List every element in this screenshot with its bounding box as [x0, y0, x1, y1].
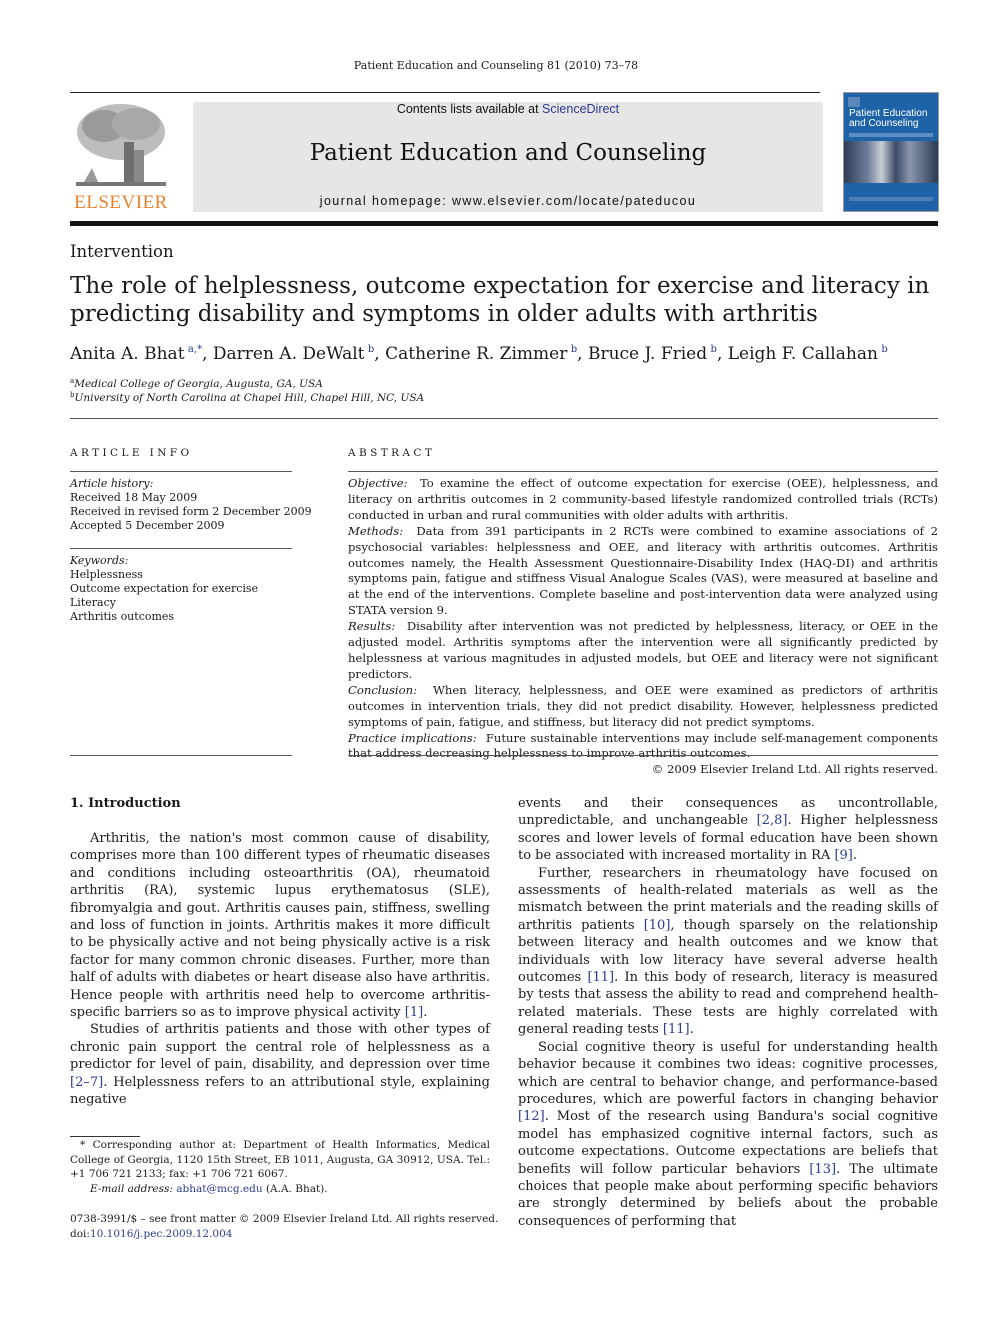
author-name[interactable]: Anita A. Bhat — [70, 344, 188, 364]
affiliation-marker[interactable]: b — [881, 344, 887, 355]
email-line: E-mail address: abhat@mcg.edu (A.A. Bhat… — [90, 1182, 328, 1195]
keyword-item: Helplessness — [70, 568, 143, 581]
author-name[interactable]: Catherine R. Zimmer — [385, 344, 571, 364]
intro-left-column: Arthritis, the nation's most common caus… — [70, 830, 490, 1109]
history-label: Article history: — [70, 477, 154, 490]
issn-line: 0738-3991/$ – see front matter © 2009 El… — [70, 1213, 499, 1225]
history-accepted: Accepted 5 December 2009 — [70, 519, 225, 532]
cover-title-line2: and Counseling — [849, 118, 919, 129]
citation-link[interactable]: [11] — [587, 970, 614, 985]
affiliation-b: bUniversity of North Carolina at Chapel … — [70, 391, 425, 404]
running-head: Patient Education and Counseling 81 (201… — [353, 59, 639, 72]
corresponding-author-footnote: * Corresponding author at: Department of… — [70, 1138, 490, 1196]
abstract-body: Objective: To examine the effect of outc… — [348, 476, 938, 778]
corresponding-author-text: * Corresponding author at: Department of… — [70, 1139, 490, 1181]
journal-cover-image[interactable]: Patient Education and Counseling — [843, 92, 939, 212]
email-link[interactable]: abhat@mcg.edu — [176, 1183, 262, 1195]
abstract-methods: Methods: Data from 391 participants in 2… — [348, 523, 938, 618]
article-info-bottom-rule — [70, 755, 292, 756]
keyword-item: Outcome expectation for exercise — [70, 582, 259, 595]
body-text: . Helplessness refers to an attributiona… — [70, 1074, 490, 1108]
body-text: . — [689, 1022, 694, 1038]
body-paragraph: Studies of arthritis patients and those … — [70, 1021, 490, 1108]
intro-right-column: events and their consequences as uncontr… — [518, 795, 938, 1230]
body-text: Social cognitive theory is useful for un… — [518, 1039, 938, 1107]
citation-link[interactable]: [9] — [834, 848, 852, 863]
contents-prefix: Contents lists available at — [396, 102, 543, 116]
citation-link[interactable]: [1] — [405, 1005, 423, 1020]
journal-homepage-link[interactable]: journal homepage: www.elsevier.com/locat… — [193, 194, 823, 208]
body-text: . — [423, 1005, 428, 1021]
body-paragraph: Arthritis, the nation's most common caus… — [70, 830, 490, 1021]
author-list: Anita A. Bhat a,*, Darren A. DeWalt b, C… — [70, 344, 888, 364]
affiliation-marker[interactable]: a,* — [188, 344, 202, 355]
journal-title: Patient Education and Counseling — [309, 140, 707, 166]
front-matter: 0738-3991/$ – see front matter © 2009 El… — [70, 1212, 498, 1242]
affiliation-marker[interactable]: b — [711, 344, 717, 355]
abstract-practice-implications: Practice implications: Future sustainabl… — [348, 730, 938, 761]
footnote-rule — [70, 1136, 140, 1137]
article-type: Intervention — [70, 242, 174, 261]
cover-title: Patient Education and Counseling — [849, 109, 927, 129]
keywords-label: Keywords: — [70, 554, 129, 567]
cover-logo-icon — [848, 97, 860, 107]
doi-link[interactable]: 10.1016/j.pec.2009.12.004 — [90, 1228, 233, 1240]
contents-line: Contents lists available at ScienceDirec… — [193, 102, 823, 116]
article-title: The role of helplessness, outcome expect… — [70, 273, 930, 327]
masthead-rule — [70, 221, 938, 226]
tree-logo-icon — [76, 104, 166, 186]
history-received: Received 18 May 2009 — [70, 491, 198, 504]
cover-subtitle-bar — [849, 133, 933, 137]
cover-footer-bar — [849, 197, 933, 201]
abstract-results: Results: Disability after intervention w… — [348, 619, 939, 681]
author-name[interactable]: Leigh F. Callahan — [728, 344, 882, 364]
body-paragraph: Social cognitive theory is useful for un… — [518, 1039, 938, 1230]
cover-photo-strip — [844, 141, 938, 183]
sciencedirect-link[interactable]: ScienceDirect — [542, 102, 619, 116]
doi-line: doi:10.1016/j.pec.2009.12.004 — [70, 1228, 233, 1240]
citation-link[interactable]: [11] — [663, 1022, 690, 1037]
citation-link[interactable]: [10] — [644, 918, 671, 933]
citation-link[interactable]: [2,8] — [757, 813, 788, 828]
affiliation-marker[interactable]: b — [368, 344, 374, 355]
body-text: Arthritis, the nation's most common caus… — [70, 831, 490, 1021]
keyword-item: Literacy — [70, 596, 116, 609]
body-text: Studies of arthritis patients and those … — [70, 1022, 490, 1073]
body-paragraph: events and their consequences as uncontr… — [518, 795, 938, 865]
keyword-item: Arthritis outcomes — [70, 610, 175, 623]
keywords-rule — [70, 548, 292, 549]
citation-link[interactable]: [12] — [518, 1109, 545, 1124]
abstract-objective: Objective: To examine the effect of outc… — [348, 476, 938, 522]
author-name[interactable]: Bruce J. Fried — [588, 344, 711, 364]
elsevier-wordmark: ELSEVIER — [74, 192, 168, 213]
citation-link[interactable]: [2–7] — [70, 1075, 103, 1090]
abstract-conclusion: Conclusion: When literacy, helplessness,… — [348, 682, 939, 729]
article-info-heading: ARTICLE INFO — [70, 447, 193, 459]
abstract-copyright: © 2009 Elsevier Ireland Ltd. All rights … — [651, 762, 938, 777]
title-rule — [70, 418, 938, 419]
header-rule — [70, 92, 820, 93]
affiliation-marker[interactable]: b — [571, 344, 577, 355]
affiliation-a: aMedical College of Georgia, Augusta, GA… — [70, 377, 323, 390]
abstract-heading: ABSTRACT — [348, 447, 436, 459]
history-revised: Received in revised form 2 December 2009 — [70, 505, 312, 518]
author-name[interactable]: Darren A. DeWalt — [213, 344, 368, 364]
body-paragraph: Further, researchers in rheumatology hav… — [518, 865, 938, 1039]
abstract-rule — [348, 471, 938, 472]
journal-banner: Contents lists available at ScienceDirec… — [193, 102, 823, 212]
abstract-bottom-rule — [348, 755, 938, 756]
body-text: . — [852, 848, 858, 864]
section-heading-introduction: 1. Introduction — [70, 796, 181, 811]
article-info-rule — [70, 471, 292, 472]
citation-link[interactable]: [13] — [809, 1162, 836, 1177]
elsevier-logo[interactable]: ELSEVIER — [70, 102, 172, 214]
